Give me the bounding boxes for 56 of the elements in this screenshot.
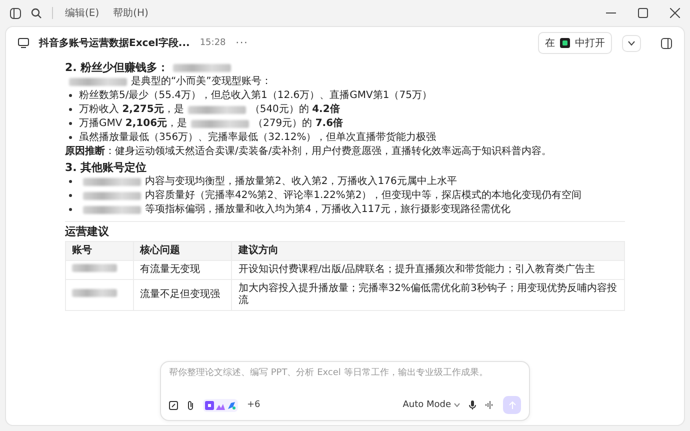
redacted-block: [83, 192, 141, 200]
section-heading: 运营建议: [65, 225, 110, 238]
list-item-text: 内容质量好（完播率42%第2、评论率1.22%第2），但变现中等，探店模式的本地化变现仍有空间: [145, 189, 582, 202]
list-item-text: 内容与变现均衡型，播放量第2、收入第2，万播收入176元属中上水平: [145, 175, 457, 188]
more-tools-count[interactable]: +6: [247, 400, 260, 410]
redacted-block: [191, 120, 250, 128]
list-item-text: （540元）的 4.2倍: [250, 103, 340, 116]
paragraph-text: 是典型的“小而美”变现型账号：: [131, 75, 272, 88]
caret-icon: [628, 40, 635, 46]
open-in-app-button[interactable]: 在 中打开: [538, 32, 612, 54]
list-item-text: 虽然播放量最低（356万）、完播率最低（32.12%），但单次直播带货能力极强: [79, 131, 436, 144]
list-item-text: 万粉收入 2,275元，是: [79, 103, 184, 116]
arrow-up-icon: [508, 401, 516, 409]
table-cell: 开设知识付费课程/出版/品牌联名；提升直播频次和带货能力；引入教育类广告主: [232, 260, 624, 280]
panel-icon[interactable]: [661, 38, 672, 48]
close-icon[interactable]: [670, 8, 680, 18]
column-header: 账号: [66, 242, 134, 260]
redacted-block: [83, 178, 141, 186]
menu-item[interactable]: 编辑(E): [63, 5, 102, 21]
brush-icon: [227, 400, 236, 410]
list-item-text: 粉丝数第5/最少（55.4万），但总收入第1（12.6万）、直播GMV第1（75万）: [79, 89, 432, 102]
mode-selector[interactable]: Auto Mode: [402, 400, 460, 410]
redacted-block: [72, 289, 117, 297]
video-icon: [205, 400, 214, 410]
dropdown-button[interactable]: [622, 34, 641, 52]
search-icon[interactable]: [31, 8, 42, 18]
redacted-block: [188, 106, 246, 114]
table-cell: 加大内容投入提升播放量；完播率32%偏低需优化前3秒钩子；用变现优势反哺内容投流: [232, 280, 624, 310]
paragraph-text: 原因推断：健身运动领域天然适合卖课/卖装备/卖补剂，用户付费意愿强，直播转化效率远高于知识科普内容。: [65, 145, 552, 158]
app-icon: [560, 38, 570, 48]
maximize-icon[interactable]: [638, 8, 648, 18]
list-item-text: 等项指标偏弱，播放量和收入均为第4，万播收入117元，旅行摄影变现路径需优化: [145, 203, 510, 216]
list-item-text: （279元）的 7.6倍: [253, 117, 344, 130]
edit-icon[interactable]: [169, 400, 178, 410]
table-cell: 有流量无变现: [134, 260, 232, 280]
table-cell: 流量不足但变现强: [134, 280, 232, 310]
column-header: 核心问题: [134, 242, 232, 260]
paperclip-icon[interactable]: [187, 400, 194, 410]
list-item-text: 万播GMV 2,106元，是: [79, 117, 188, 130]
chat-icon: [18, 38, 29, 48]
more-button[interactable]: ···: [236, 38, 248, 48]
redacted-block: [72, 264, 117, 272]
section-heading: 3. 其他账号定位: [65, 161, 147, 174]
column-header: 建议方向: [232, 242, 624, 260]
caret-icon: [454, 403, 460, 407]
tool-shortcuts[interactable]: [203, 398, 238, 412]
chat-time: 15:28: [200, 38, 226, 48]
microphone-icon[interactable]: [469, 400, 476, 410]
sidebar-toggle-icon[interactable]: [10, 8, 21, 18]
redacted-block: [172, 64, 231, 72]
redacted-block: [69, 78, 127, 86]
section-heading: 2. 粉丝少但赚钱多：: [65, 61, 169, 74]
waveform-icon[interactable]: [485, 401, 494, 409]
chat-title: 抖音多账号运营数据Excel字段...: [39, 36, 190, 50]
redacted-block: [83, 206, 141, 214]
menu-item[interactable]: 帮助(H): [111, 5, 150, 21]
